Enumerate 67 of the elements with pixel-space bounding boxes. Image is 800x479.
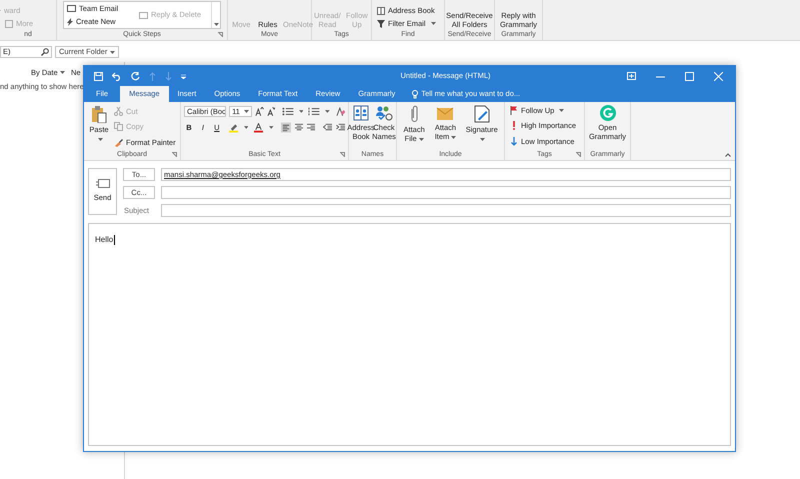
subject-field[interactable] [161,204,731,217]
lightbulb-icon [412,90,418,98]
caret-icon [430,22,436,25]
flag-icon [510,106,518,116]
filter-icon [377,20,385,28]
envelope-icon [96,179,110,188]
clipboard-icon [91,105,107,123]
envelope-icon [139,12,148,18]
paperclip-icon [409,105,420,123]
list-icon [5,20,13,28]
launcher-icon [340,152,345,157]
envelope-icon [436,105,454,121]
address-book-icon [353,105,369,121]
caret-icon [559,109,564,112]
address-book-icon [377,6,385,14]
caret-icon [269,126,274,129]
up-arrow-icon [149,72,156,80]
down-arrow-icon [510,136,518,146]
people-check-icon [375,105,393,121]
caret-icon [324,110,330,113]
grammarly-logo-icon [600,105,616,121]
launcher-icon [576,152,581,157]
clear-formatting-icon [336,107,345,116]
cc-field[interactable] [161,186,731,199]
exclamation-icon [510,121,518,130]
caret-icon [451,136,456,139]
lightning-icon [67,18,73,26]
decrease-indent-icon [322,123,332,132]
caret-icon [480,138,486,141]
caret-icon [244,110,250,113]
caret-icon [60,71,65,74]
caret-icon [98,138,102,141]
align-right-icon [306,123,315,132]
numbering-icon [308,107,320,116]
caret-icon [418,138,424,141]
increase-indent-icon [336,123,345,132]
caret-icon [298,110,304,113]
down-arrow-icon [165,72,172,80]
envelope-icon [67,5,76,12]
scroll-arrow[interactable] [211,2,220,28]
customize-icon [181,74,186,78]
save-icon [94,72,103,80]
collapse-ribbon-icon [725,153,731,157]
message-body-field[interactable]: Hello [88,223,731,446]
launcher-icon [172,152,177,157]
highlighter-icon [228,122,238,132]
maximize-icon [685,72,694,80]
ribbon-display-icon [627,72,636,80]
close-icon [714,72,723,80]
font-color-icon [254,122,264,132]
caret-icon [244,126,248,129]
bullets-icon [282,107,294,116]
grow-font-icon [255,107,264,116]
signature-pen-icon [474,105,490,123]
shrink-font-icon [266,107,276,116]
scissors-icon [114,107,123,116]
search-icon [41,48,49,56]
align-left-icon [280,122,291,133]
paintbrush-icon [114,138,123,147]
align-center-icon [294,123,303,132]
text-cursor [114,235,116,245]
launcher-icon [218,32,223,37]
caret-icon [110,50,115,54]
copy-icon [114,122,123,132]
redo-icon [131,72,140,80]
undo-icon [112,72,122,80]
caret-icon [214,23,218,26]
